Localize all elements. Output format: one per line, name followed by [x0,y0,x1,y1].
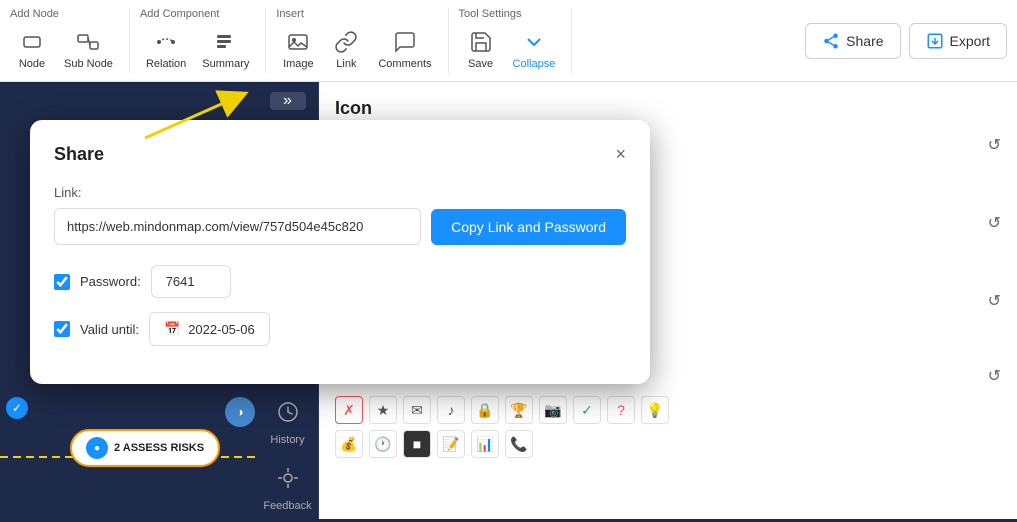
password-label: Password: [80,274,141,289]
valid-until-checkbox[interactable] [54,321,70,337]
password-row: Password: 7641 [54,265,626,298]
password-value: 7641 [151,265,231,298]
copy-link-button[interactable]: Copy Link and Password [431,209,626,245]
date-text: 2022-05-06 [188,322,255,337]
modal-close-button[interactable]: × [615,144,626,165]
link-input[interactable] [54,208,421,245]
valid-until-label: Valid until: [80,322,139,337]
modal-link-row: Copy Link and Password [54,208,626,245]
password-checkbox[interactable] [54,274,70,290]
modal-header: Share × [54,144,626,165]
valid-until-value[interactable]: 📅 2022-05-06 [149,312,270,346]
calendar-icon: 📅 [164,321,180,337]
modal-overlay: Share × Link: Copy Link and Password Pas… [0,0,1017,519]
link-field-label: Link: [54,185,626,200]
modal-title: Share [54,144,104,165]
valid-until-row: Valid until: 📅 2022-05-06 [54,312,626,346]
share-modal: Share × Link: Copy Link and Password Pas… [30,120,650,384]
